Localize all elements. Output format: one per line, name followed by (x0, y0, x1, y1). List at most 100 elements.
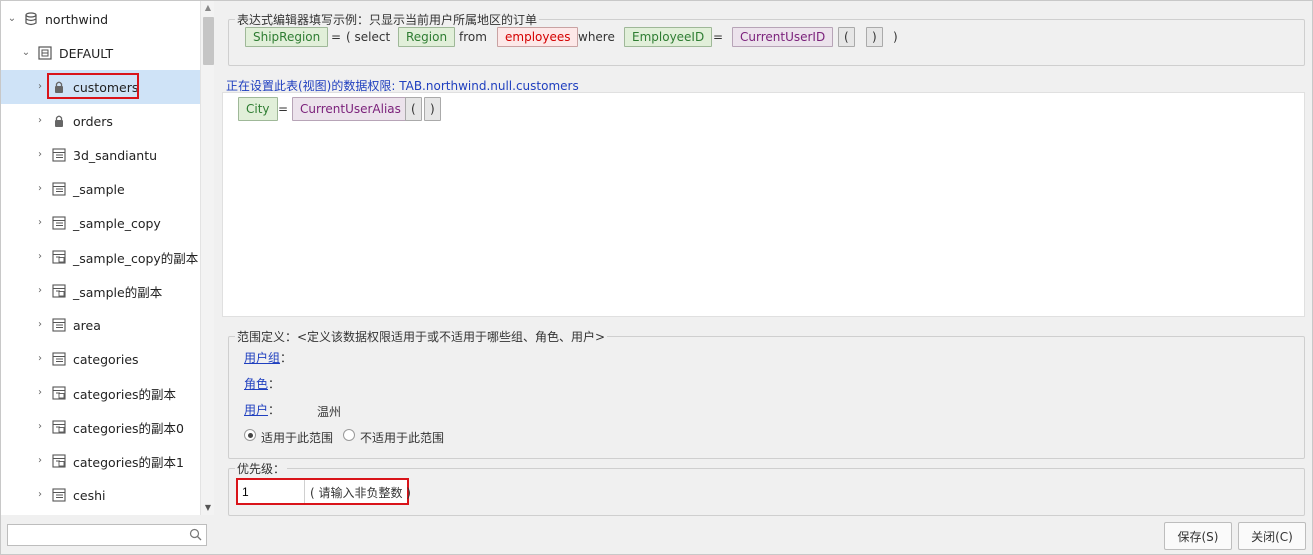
apply-radio[interactable] (244, 429, 256, 441)
token-from: from (459, 30, 487, 44)
chevron-right-icon[interactable]: › (35, 252, 45, 262)
not-apply-label[interactable]: 不适用于此范围 (360, 429, 444, 446)
chevron-right-icon[interactable]: › (35, 150, 45, 160)
database-icon (25, 12, 37, 26)
tree-item-label: _sample (73, 181, 125, 197)
scroll-up-icon[interactable]: ▲ (203, 4, 213, 12)
copy-table-icon (52, 420, 66, 434)
priority-input[interactable] (238, 480, 305, 503)
chevron-right-icon[interactable]: › (35, 116, 45, 126)
copy-table-icon (52, 454, 66, 468)
chevron-right-icon[interactable]: › (35, 184, 45, 194)
tree-item-label: ceshi (73, 487, 106, 503)
user-value: 温州 (317, 405, 342, 419)
table-icon (52, 182, 66, 196)
table-icon (52, 488, 66, 502)
tree-item-label: categories的副本1 (73, 454, 184, 470)
tree-item[interactable]: › categories的副本0 (1, 410, 200, 444)
tree-scrollbar[interactable]: ▲ ▼ (200, 1, 214, 515)
tree-item[interactable]: › _sample (1, 172, 200, 206)
table-icon (52, 216, 66, 230)
priority-field: ( 请输入非负整数 ) (236, 478, 411, 505)
copy-table-icon (52, 284, 66, 298)
user-colon: ： (268, 403, 281, 417)
user-row: 用户： (244, 401, 280, 418)
role-colon: ： (268, 377, 281, 391)
tree-item[interactable]: › _sample的副本 (1, 274, 200, 308)
expr-token-rparen[interactable]: ) (424, 97, 441, 121)
expr-token-eq[interactable]: = (278, 99, 288, 119)
table-icon (52, 352, 66, 366)
token-shipregion: ShipRegion (245, 27, 329, 47)
expr-token-lparen[interactable]: ( (405, 97, 422, 121)
role-row: 角色： (244, 375, 280, 392)
scrollbar-thumb[interactable] (203, 17, 214, 65)
tree-search-box (7, 524, 207, 546)
tree-item-label: area (73, 317, 101, 333)
tree-item[interactable]: › area (1, 308, 200, 342)
chevron-down-icon[interactable]: ⌄ (7, 14, 17, 24)
token-close: ) (893, 30, 898, 44)
table-icon (52, 318, 66, 332)
user-link[interactable]: 用户 (244, 403, 268, 417)
tree-item[interactable]: › categories (1, 342, 200, 376)
schema-icon (38, 46, 52, 60)
priority-hint: ( 请输入非负整数 ) (310, 486, 411, 500)
token-eq: = (331, 30, 342, 44)
tree-item-label: orders (73, 113, 113, 129)
token-eq: = (713, 30, 724, 44)
example-legend: 表达式编辑器填写示例：只显示当前用户所属地区的订单 (237, 13, 538, 27)
chevron-right-icon[interactable]: › (35, 354, 45, 364)
tree-item-label: _sample_copy (73, 215, 161, 231)
tree-item[interactable]: › orders (1, 104, 200, 138)
chevron-down-icon[interactable]: ⌄ (21, 48, 31, 58)
expr-token-city[interactable]: City (238, 97, 278, 121)
chevron-right-icon[interactable]: › (35, 490, 45, 500)
tree-item-label: categories的副本0 (73, 420, 184, 436)
token-where: where (578, 30, 615, 44)
close-button[interactable]: 关闭(C) (1238, 522, 1306, 550)
tree-node-schema[interactable]: ⌄ DEFAULT (1, 36, 200, 70)
expression-editor[interactable] (222, 92, 1305, 317)
expr-token-func[interactable]: CurrentUserAlias (292, 97, 409, 121)
tree-item[interactable]: › ceshi (1, 478, 200, 512)
chevron-right-icon[interactable]: › (35, 456, 45, 466)
tree-item[interactable]: › _sample_copy的副本 (1, 240, 200, 274)
copy-table-icon (52, 386, 66, 400)
tree-root-label: northwind (45, 11, 109, 27)
copy-table-icon (52, 250, 66, 264)
chevron-right-icon[interactable]: › (35, 286, 45, 296)
chevron-right-icon[interactable]: › (35, 388, 45, 398)
token-currentuserid: CurrentUserID (732, 27, 834, 47)
tree-item[interactable]: › categories的副本1 (1, 444, 200, 478)
save-button[interactable]: 保存(S) (1164, 522, 1232, 550)
tree-search-input[interactable] (8, 525, 186, 545)
role-link[interactable]: 角色 (244, 377, 268, 391)
tree-item[interactable]: › _sample_copy (1, 206, 200, 240)
token-rparen: ) (866, 27, 883, 47)
tree-item[interactable]: › categories的副本 (1, 376, 200, 410)
tree-item-label: categories (73, 351, 139, 367)
apply-label[interactable]: 适用于此范围 (261, 429, 333, 446)
priority-legend: 优先级： (237, 462, 286, 476)
search-icon[interactable] (189, 528, 202, 541)
tree-item-label: 3d_sandiantu (73, 147, 158, 163)
token-open-select: ( select (346, 30, 391, 44)
tree-item-label: _sample_copy的副本 (73, 250, 199, 266)
scroll-down-icon[interactable]: ▼ (203, 504, 213, 512)
tree-node-root[interactable]: ⌄ northwind (1, 2, 200, 36)
token-lparen: ( (838, 27, 855, 47)
tree-schema-label: DEFAULT (59, 45, 114, 61)
token-employeeid: EmployeeID (624, 27, 713, 47)
tree-item[interactable]: › 3d_sandiantu (1, 138, 200, 172)
tree-item-label: _sample的副本 (73, 284, 163, 300)
chevron-right-icon[interactable]: › (35, 82, 45, 92)
chevron-right-icon[interactable]: › (35, 320, 45, 330)
chevron-right-icon[interactable]: › (35, 422, 45, 432)
chevron-right-icon[interactable]: › (35, 218, 45, 228)
not-apply-radio[interactable] (343, 429, 355, 441)
token-employees: employees (497, 27, 579, 47)
usergroup-link[interactable]: 用户组 (244, 351, 280, 365)
token-region: Region (398, 27, 456, 47)
usergroup-colon: ： (280, 351, 293, 365)
